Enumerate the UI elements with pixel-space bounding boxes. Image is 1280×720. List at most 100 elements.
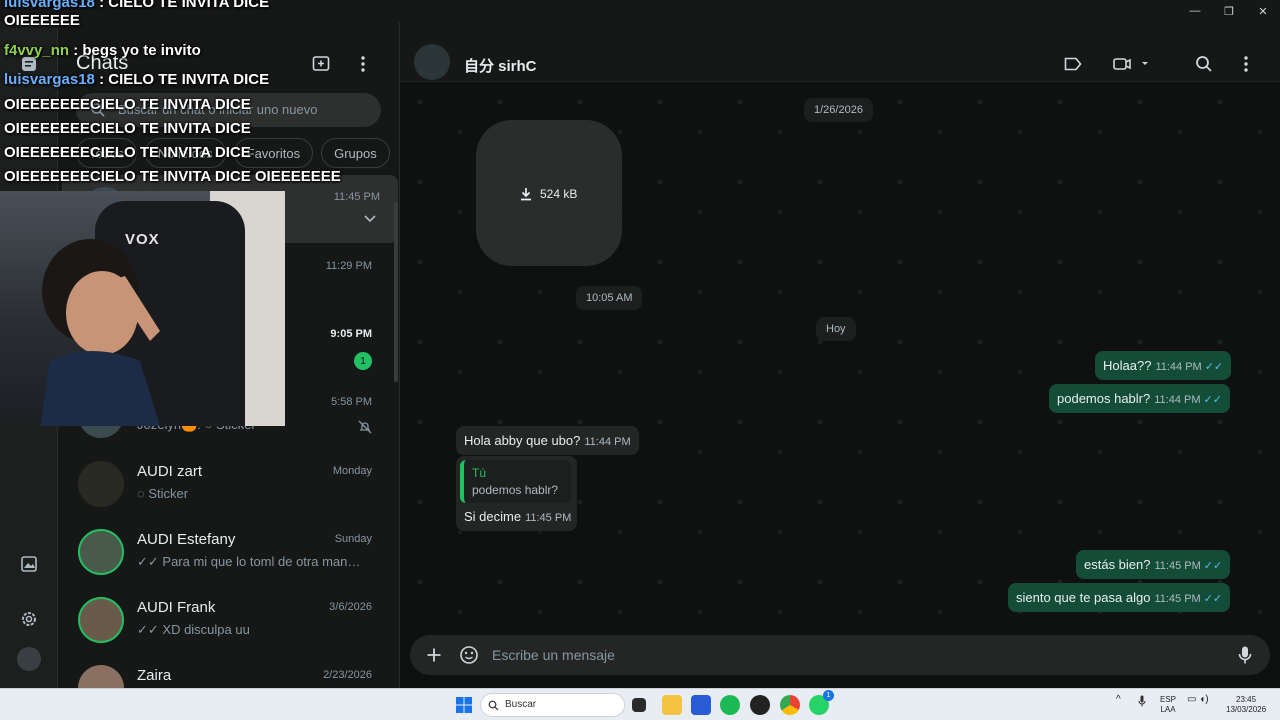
chat-name: AUDI zart — [137, 463, 203, 480]
chat-time: Monday — [332, 465, 372, 477]
outgoing-message[interactable]: Holaa?? 11:44 PM ✓✓ — [1095, 351, 1232, 380]
video-call-icon[interactable] — [1110, 52, 1154, 76]
network-volume-icon[interactable]: ▭ ◖) — [1187, 695, 1209, 705]
chat-search-input[interactable]: Buscar un chat o iniciar uno nuevo — [76, 93, 381, 127]
chat-name: AUDI Estefany — [137, 531, 236, 548]
muted-bell-icon — [358, 420, 372, 434]
chat-time: 9:05 PM — [330, 328, 372, 340]
quoted-message[interactable]: Tú podemos hablr? — [460, 460, 572, 503]
webcam-overlay: VOX — [0, 191, 285, 426]
microphone-tray-icon[interactable] — [1138, 695, 1146, 710]
outgoing-message[interactable]: estás bien? 11:45 PM ✓✓ — [1076, 550, 1231, 579]
whatsapp-taskbar-icon[interactable]: 1 — [809, 690, 834, 715]
chat-username: luisvargas18 — [4, 0, 95, 11]
chat-row[interactable]: AUDI Frank ✓✓ XD disculpa uu 3/6/2026 — [58, 585, 394, 653]
chat-name: Zaira — [137, 667, 172, 684]
search-icon[interactable] — [1192, 52, 1216, 76]
incoming-reply-message[interactable]: Tú podemos hablr? Si decime 11:45 PM — [456, 456, 578, 531]
taskbar-search-label: Buscar — [505, 699, 537, 710]
filter-favorites[interactable]: Favoritos — [233, 138, 314, 168]
chats-nav-icon[interactable] — [17, 52, 41, 76]
windows-start-icon[interactable] — [454, 695, 474, 715]
language-code: ESP — [1160, 695, 1177, 704]
chat-list-scrollbar[interactable] — [394, 202, 398, 382]
menu-kebab-icon[interactable] — [1234, 52, 1258, 76]
message-input[interactable]: Escribe un mensaje — [492, 647, 615, 663]
avatar — [78, 529, 124, 575]
unread-badge: 1 — [354, 352, 372, 370]
date-divider: 1/26/2026 — [804, 98, 873, 122]
media-size: 524 kB — [540, 187, 578, 201]
chat-time: 3/6/2026 — [329, 601, 372, 613]
microphone-icon[interactable] — [1233, 643, 1257, 667]
settings-gear-icon[interactable] — [17, 607, 41, 631]
avatar — [78, 665, 124, 688]
sticker-emoji-icon[interactable] — [457, 643, 481, 667]
close-button[interactable]: ✕ — [1246, 0, 1280, 22]
read-ticks-icon: ✓✓ — [1203, 593, 1223, 605]
download-button[interactable]: 524 kB — [518, 186, 577, 202]
chat-snippet: ✓✓ XD disculpa uu — [137, 622, 250, 637]
windows-taskbar: Buscar 1 ^ ESP LAA ▭ ◖) 23:45 13/03/2026 — [0, 688, 1280, 720]
outgoing-message[interactable]: podemos hablr? 11:44 PM ✓✓ — [1049, 384, 1230, 413]
chat-filters: Todos No leídos Favoritos Grupos — [76, 138, 390, 168]
filter-groups[interactable]: Grupos — [321, 138, 390, 168]
language-indicator[interactable]: ESP LAA — [1160, 695, 1176, 715]
message-time: 11:44 PM — [1154, 394, 1201, 406]
profile-avatar[interactable] — [17, 647, 41, 671]
chevron-down-icon[interactable] — [364, 215, 376, 223]
whatsapp-window: — ❐ ✕ Chats Buscar un chat o iniciar uno… — [0, 0, 1280, 720]
chat-name: AUDI Frank — [137, 599, 216, 616]
quote-author: Tú — [472, 466, 487, 480]
media-gallery-icon[interactable] — [17, 552, 41, 576]
store-icon[interactable] — [691, 695, 711, 715]
chat-time: 11:29 PM — [325, 260, 372, 272]
quote-text: podemos hablr? — [472, 483, 559, 497]
search-placeholder: Buscar un chat o iniciar uno nuevo — [118, 102, 318, 117]
contact-avatar[interactable] — [414, 44, 450, 80]
chat-snippet: ✓✓ Para mi que lo toml de otra manera ..… — [137, 554, 367, 569]
message-time: 11:45 PM — [525, 512, 572, 524]
streamer-figure — [40, 239, 160, 426]
spotify-icon[interactable] — [720, 695, 740, 715]
attach-plus-icon[interactable] — [422, 643, 446, 667]
chat-list-title: Chats — [76, 52, 129, 74]
chat-row[interactable]: Zaira 2/23/2026 — [58, 653, 394, 688]
taskbar-clock[interactable]: 23:45 13/03/2026 — [1226, 695, 1266, 715]
message-time: 11:44 PM — [1155, 361, 1202, 373]
filter-all[interactable]: Todos — [76, 138, 137, 168]
filter-unread[interactable]: No leídos — [144, 138, 226, 168]
task-view-icon[interactable] — [632, 698, 646, 712]
message-time: 11:44 PM — [584, 436, 631, 448]
file-explorer-icon[interactable] — [662, 695, 682, 715]
taskbar-badge: 1 — [823, 690, 834, 701]
label-tag-icon[interactable] — [1061, 52, 1085, 76]
contact-name[interactable]: 自分 sirhC — [464, 55, 537, 76]
minimize-button[interactable]: — — [1178, 0, 1212, 22]
message-text: Si decime — [464, 509, 522, 524]
chat-text: : CIELO TE INVITA DICE — [99, 0, 270, 11]
media-message[interactable]: 524 kB — [476, 120, 622, 266]
chat-row[interactable]: AUDI zart ◌ Sticker Monday — [58, 449, 394, 517]
restore-button[interactable]: ❐ — [1212, 0, 1246, 22]
chat-time: 2/23/2026 — [323, 669, 372, 681]
outgoing-message[interactable]: siento que te pasa algo 11:45 PM ✓✓ — [1008, 583, 1231, 612]
new-chat-icon[interactable] — [309, 52, 333, 76]
obs-icon[interactable] — [750, 695, 770, 715]
search-icon — [488, 700, 499, 711]
tray-chevron-icon[interactable]: ^ — [1116, 695, 1121, 705]
message-composer: Escribe un mensaje — [410, 635, 1270, 675]
read-ticks-icon: ✓✓ — [1204, 361, 1224, 373]
message-time: 11:45 PM — [1154, 560, 1201, 572]
taskbar-search[interactable]: Buscar — [480, 693, 625, 717]
message-text: Holaa?? — [1103, 358, 1152, 373]
chat-time: 5:58 PM — [331, 396, 372, 408]
chat-row[interactable]: AUDI Estefany ✓✓ Para mi que lo toml de … — [58, 517, 394, 585]
message-text: estás bien? — [1084, 557, 1151, 572]
incoming-message[interactable]: Hola abby que ubo? 11:44 PM — [456, 426, 639, 455]
read-ticks-icon: ✓✓ — [1203, 394, 1222, 406]
chrome-icon[interactable] — [780, 695, 800, 715]
chat-list-header: Chats — [58, 22, 400, 82]
menu-kebab-icon[interactable] — [351, 52, 375, 76]
avatar — [78, 461, 124, 507]
